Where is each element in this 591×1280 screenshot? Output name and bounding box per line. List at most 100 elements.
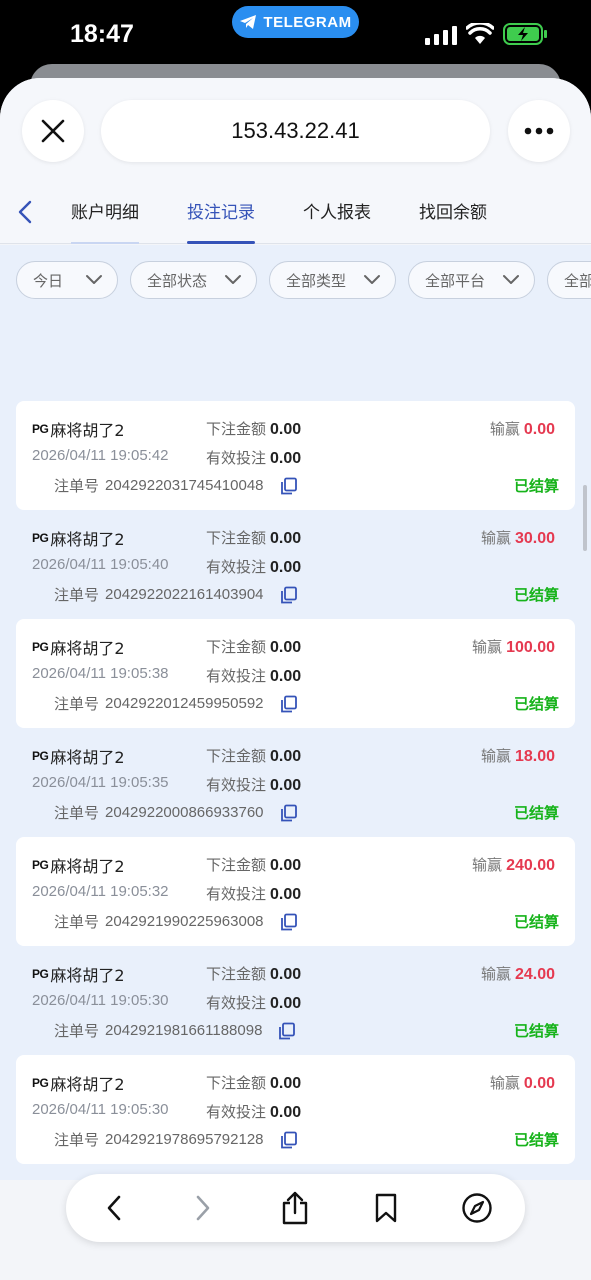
valid-value: 0.00 <box>270 668 302 685</box>
win-label: 输赢 <box>472 638 503 656</box>
record-order: 注单号 2042922031745410048 <box>54 475 298 496</box>
order-number: 2042922012459950592 <box>105 695 264 712</box>
bookmark-button[interactable] <box>366 1188 406 1228</box>
order-label: 注单号 <box>54 695 100 713</box>
record-game: PG 麻将胡了2 <box>32 417 125 441</box>
record-bet: 下注金额 0.00 <box>206 527 301 548</box>
record-bet: 下注金额 0.00 <box>206 963 301 984</box>
record-time: 2026/04/11 19:05:38 <box>32 665 169 682</box>
tab-personal-report[interactable]: 个人报表 <box>303 198 371 244</box>
tab-bet-records[interactable]: 投注记录 <box>187 198 255 244</box>
copy-icon[interactable] <box>280 586 298 604</box>
pg-logo: PG <box>32 1076 49 1090</box>
record-card[interactable]: PG 麻将胡了2 2026/04/11 19:05:35 注单号 2042922… <box>16 728 575 837</box>
tab-account-details[interactable]: 账户明细 <box>71 198 139 244</box>
record-game: PG 麻将胡了2 <box>32 853 125 877</box>
share-button[interactable] <box>275 1188 315 1228</box>
record-valid-bet: 有效投注 0.00 <box>206 1101 301 1122</box>
record-game-name: 麻将胡了2 <box>50 639 125 658</box>
telegram-pill[interactable]: TELEGRAM <box>232 6 359 38</box>
back-chevron-icon[interactable] <box>12 198 40 226</box>
valid-label: 有效投注 <box>206 776 267 794</box>
bet-value: 0.00 <box>270 966 302 983</box>
win-label: 输赢 <box>472 856 503 874</box>
record-valid-bet: 有效投注 0.00 <box>206 992 301 1013</box>
win-value: 18.00 <box>514 748 555 765</box>
order-number: 2042921978695792128 <box>105 1131 264 1148</box>
valid-label: 有效投注 <box>206 449 267 467</box>
filter-row: 今日 全部状态 全部类型 全部平台 全部 <box>0 261 591 301</box>
bet-value: 0.00 <box>270 857 302 874</box>
toolbar-forward-button[interactable] <box>183 1188 223 1228</box>
record-valid-bet: 有效投注 0.00 <box>206 556 301 577</box>
record-time: 2026/04/11 19:05:42 <box>32 447 169 464</box>
url-text: 153.43.22.41 <box>231 118 360 143</box>
record-game-name: 麻将胡了2 <box>50 530 125 549</box>
record-card[interactable]: PG 麻将胡了2 2026/04/11 19:05:32 注单号 2042921… <box>16 837 575 946</box>
record-valid-bet: 有效投注 0.00 <box>206 883 301 904</box>
compass-icon <box>462 1193 492 1223</box>
close-button[interactable] <box>22 100 84 162</box>
record-time: 2026/04/11 19:05:35 <box>32 774 169 791</box>
bet-label: 下注金额 <box>206 529 267 547</box>
filter-status[interactable]: 全部状态 <box>130 261 257 299</box>
filter-date[interactable]: 今日 <box>16 261 118 299</box>
record-card[interactable]: PG 麻将胡了2 2026/04/11 19:05:30 注单号 2042921… <box>16 1055 575 1164</box>
copy-icon[interactable] <box>280 804 298 822</box>
record-card[interactable]: PG 麻将胡了2 2026/04/11 19:05:38 注单号 2042922… <box>16 619 575 728</box>
win-value: 100.00 <box>506 639 555 656</box>
filter-more-label: 全部 <box>564 271 591 290</box>
bet-value: 0.00 <box>270 1075 302 1092</box>
record-game-name: 麻将胡了2 <box>50 1075 125 1094</box>
chevron-down-icon <box>86 275 102 284</box>
record-game: PG 麻将胡了2 <box>32 1071 125 1095</box>
telegram-label: TELEGRAM <box>263 13 352 31</box>
bet-label: 下注金额 <box>206 1074 267 1092</box>
tab-bar: 账户明细 投注记录 个人报表 找回余额 <box>0 186 591 244</box>
url-bar[interactable]: 153.43.22.41 <box>101 100 490 162</box>
record-card[interactable]: PG 麻将胡了2 2026/04/11 19:05:30 注单号 2042921… <box>16 946 575 1055</box>
tab-recover-balance[interactable]: 找回余额 <box>419 198 487 244</box>
record-win-loss: 输赢 18.00 <box>481 745 555 766</box>
record-bet: 下注金额 0.00 <box>206 854 301 875</box>
record-game-name: 麻将胡了2 <box>50 966 125 985</box>
bet-label: 下注金额 <box>206 638 267 656</box>
record-game-name: 麻将胡了2 <box>50 857 125 876</box>
compass-button[interactable] <box>457 1188 497 1228</box>
more-button[interactable] <box>508 100 570 162</box>
record-bet: 下注金额 0.00 <box>206 418 301 439</box>
filter-more[interactable]: 全部 <box>547 261 591 299</box>
copy-icon[interactable] <box>280 913 298 931</box>
close-icon <box>41 119 65 143</box>
browser-toolbar <box>66 1174 525 1242</box>
record-order: 注单号 2042922000866933760 <box>54 802 298 823</box>
status-badge: 已结算 <box>513 913 559 931</box>
filter-type[interactable]: 全部类型 <box>269 261 396 299</box>
copy-icon[interactable] <box>280 1131 298 1149</box>
record-bet: 下注金额 0.00 <box>206 1072 301 1093</box>
copy-icon[interactable] <box>280 477 298 495</box>
filter-platform[interactable]: 全部平台 <box>408 261 535 299</box>
order-number: 2042922031745410048 <box>105 477 264 494</box>
copy-icon[interactable] <box>278 1022 296 1040</box>
record-win-loss: 输赢 240.00 <box>472 854 555 875</box>
record-order: 注单号 2042921978695792128 <box>54 1129 298 1150</box>
order-label: 注单号 <box>54 913 100 931</box>
record-time: 2026/04/11 19:05:30 <box>32 1101 169 1118</box>
scroll-indicator[interactable] <box>583 485 587 551</box>
win-value: 0.00 <box>523 1075 555 1092</box>
order-label: 注单号 <box>54 586 100 604</box>
valid-label: 有效投注 <box>206 885 267 903</box>
toolbar-back-button[interactable] <box>94 1188 134 1228</box>
copy-icon[interactable] <box>280 695 298 713</box>
valid-value: 0.00 <box>270 450 302 467</box>
bet-value: 0.00 <box>270 748 302 765</box>
filter-platform-label: 全部平台 <box>425 271 486 290</box>
bookmark-icon <box>375 1193 397 1223</box>
record-order: 注单号 2042921981661188098 <box>54 1020 296 1041</box>
bet-label: 下注金额 <box>206 965 267 983</box>
share-icon <box>282 1191 308 1225</box>
record-card[interactable]: PG 麻将胡了2 2026/04/11 19:05:40 注单号 2042922… <box>16 510 575 619</box>
record-card[interactable]: PG 麻将胡了2 2026/04/11 19:05:42 注单号 2042922… <box>16 401 575 510</box>
status-badge: 已结算 <box>513 477 559 495</box>
